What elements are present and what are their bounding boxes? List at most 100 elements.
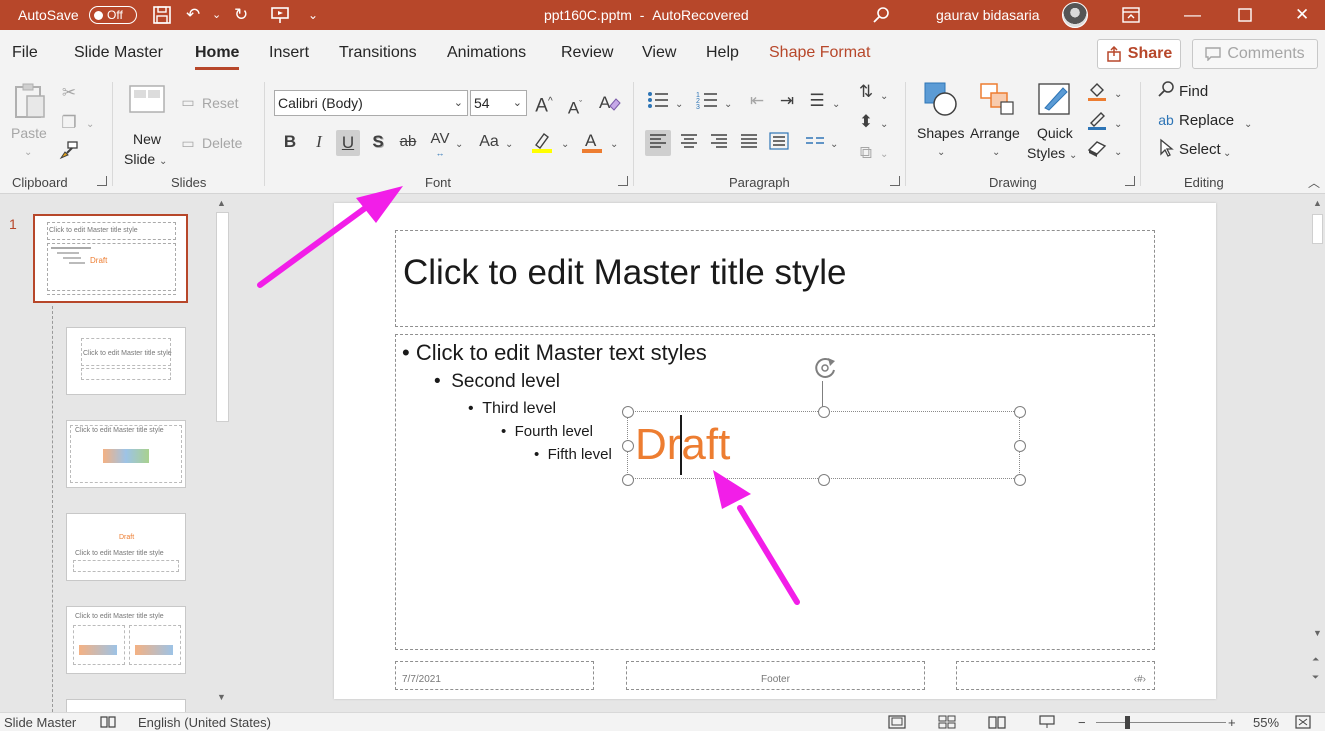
search-icon[interactable] xyxy=(872,0,890,30)
font-family-select[interactable]: Calibri (Body) ⌄ xyxy=(274,90,468,116)
normal-view-icon[interactable] xyxy=(888,715,906,731)
next-slide-icon[interactable]: ⏷ xyxy=(1312,672,1319,683)
user-avatar[interactable] xyxy=(1062,2,1088,28)
find-label[interactable]: Find xyxy=(1179,83,1208,101)
new-slide-line2[interactable]: Slide xyxy=(124,151,155,167)
align-text-dropdown-icon[interactable]: ⌄ xyxy=(880,116,888,134)
delete-icon[interactable]: ▭ xyxy=(177,132,199,154)
format-painter-icon[interactable] xyxy=(58,140,80,166)
tab-review[interactable]: Review xyxy=(561,44,613,62)
reading-view-icon[interactable] xyxy=(988,715,1006,731)
slide-master-thumbnail[interactable]: Click to edit Master title style Draft xyxy=(33,214,188,303)
numbering-icon[interactable]: 123 xyxy=(695,90,719,116)
language-label[interactable]: English (United States) xyxy=(138,715,271,730)
shapes-label[interactable]: Shapes xyxy=(917,124,964,142)
highlight-dropdown-icon[interactable]: ⌄ xyxy=(561,136,569,154)
layout-thumbnail-two-content[interactable]: Click to edit Master title style xyxy=(66,606,186,674)
select-dropdown-icon[interactable]: ⌄ xyxy=(1223,145,1231,163)
justify-icon[interactable] xyxy=(737,130,761,158)
replace-label[interactable]: Replace xyxy=(1179,112,1234,130)
paste-dropdown-icon[interactable]: ⌄ xyxy=(24,144,32,162)
previous-slide-icon[interactable]: ⏶ xyxy=(1312,654,1319,665)
quick-styles-dropdown-icon[interactable]: ⌄ xyxy=(1069,150,1077,161)
replace-icon[interactable]: ab xyxy=(1155,109,1177,131)
copy-dropdown-icon[interactable]: ⌄ xyxy=(86,116,94,134)
quick-styles-line1[interactable]: Quick xyxy=(1037,124,1073,142)
slide-scrollbar[interactable]: ▲ ▼ ⏶ ⏷ xyxy=(1309,194,1325,712)
spelling-check-icon[interactable] xyxy=(100,715,116,731)
undo-dropdown-icon[interactable]: ⌄ xyxy=(212,0,221,30)
footer-placeholder[interactable]: Footer xyxy=(626,661,925,690)
drawing-launcher-icon[interactable] xyxy=(1125,176,1135,186)
tab-transitions[interactable]: Transitions xyxy=(339,44,417,62)
cut-icon[interactable]: ✂ xyxy=(58,82,80,104)
draft-text-box[interactable]: Draft xyxy=(622,406,1026,486)
smartart-dropdown-icon[interactable]: ⌄ xyxy=(880,146,888,164)
reset-icon[interactable]: ▭ xyxy=(177,91,199,113)
resize-handle-bottom-left[interactable] xyxy=(622,474,634,486)
find-icon[interactable] xyxy=(1155,80,1177,104)
line-spacing-icon[interactable]: ☰ xyxy=(806,90,828,112)
bullets-dropdown-icon[interactable]: ⌄ xyxy=(675,96,683,114)
increase-indent-icon[interactable]: ⇥ xyxy=(776,90,798,112)
rotate-handle-icon[interactable] xyxy=(810,353,840,388)
font-color-icon[interactable]: A xyxy=(580,130,604,160)
arrange-icon[interactable] xyxy=(976,80,1018,124)
tab-home[interactable]: Home xyxy=(195,44,240,70)
thumbnail-scrollbar[interactable]: ▲ ▼ xyxy=(213,194,232,712)
arrange-label[interactable]: Arrange xyxy=(970,124,1020,142)
new-slide-icon[interactable] xyxy=(127,82,167,120)
delete-label[interactable]: Delete xyxy=(202,134,242,152)
shape-fill-dropdown-icon[interactable]: ⌄ xyxy=(1114,86,1122,104)
shape-outline-dropdown-icon[interactable]: ⌄ xyxy=(1114,116,1122,134)
text-shadow-button[interactable]: S xyxy=(368,131,388,153)
font-launcher-icon[interactable] xyxy=(618,176,628,186)
zoom-slider[interactable] xyxy=(1096,722,1226,723)
share-button[interactable]: Share xyxy=(1097,39,1181,69)
resize-handle-top[interactable] xyxy=(818,406,830,418)
resize-handle-top-right[interactable] xyxy=(1014,406,1026,418)
smartart-icon[interactable]: ⧉ xyxy=(855,142,877,164)
resize-handle-right[interactable] xyxy=(1014,440,1026,452)
customize-toolbar-icon[interactable]: ⌄ xyxy=(308,0,318,30)
arrange-dropdown-icon[interactable]: ⌄ xyxy=(992,144,1000,162)
maximize-icon[interactable] xyxy=(1238,0,1252,30)
scroll-thumb[interactable] xyxy=(1312,214,1323,244)
layout-thumbnail-content[interactable]: Click to edit Master title style xyxy=(66,420,186,488)
layout-thumbnail-section[interactable]: Draft Click to edit Master title style xyxy=(66,513,186,581)
clear-formatting-icon[interactable]: A xyxy=(596,91,622,119)
close-icon[interactable]: ✕ xyxy=(1295,0,1309,30)
quick-styles-line2[interactable]: Styles xyxy=(1027,145,1065,161)
replace-dropdown-icon[interactable]: ⌄ xyxy=(1244,116,1252,134)
increase-font-size-icon[interactable]: A^ xyxy=(532,91,556,117)
resize-handle-bottom[interactable] xyxy=(818,474,830,486)
paste-icon[interactable] xyxy=(12,82,48,129)
resize-handle-left[interactable] xyxy=(622,440,634,452)
title-placeholder[interactable]: Click to edit Master title style xyxy=(395,230,1155,327)
resize-handle-bottom-right[interactable] xyxy=(1014,474,1026,486)
distributed-icon[interactable] xyxy=(767,130,791,158)
align-text-icon[interactable]: ⬍ xyxy=(855,111,877,133)
select-cursor-icon[interactable] xyxy=(1155,138,1177,164)
line-spacing-dropdown-icon[interactable]: ⌄ xyxy=(832,96,840,114)
highlight-icon[interactable] xyxy=(530,130,554,160)
redo-icon[interactable]: ↻ xyxy=(234,0,248,30)
align-left-icon[interactable] xyxy=(645,130,671,156)
resize-handle-top-left[interactable] xyxy=(622,406,634,418)
layout-thumbnail-partial[interactable] xyxy=(66,699,186,712)
character-spacing-button[interactable]: AV ↔ xyxy=(427,128,453,158)
shape-effects-icon[interactable] xyxy=(1086,138,1108,164)
clipboard-launcher-icon[interactable] xyxy=(97,176,107,186)
paragraph-launcher-icon[interactable] xyxy=(890,176,900,186)
change-case-dropdown-icon[interactable]: ⌄ xyxy=(505,136,513,154)
strikethrough-button[interactable]: ab xyxy=(396,131,420,153)
numbering-dropdown-icon[interactable]: ⌄ xyxy=(724,96,732,114)
character-spacing-dropdown-icon[interactable]: ⌄ xyxy=(455,136,463,154)
scroll-up-icon[interactable]: ▲ xyxy=(1313,198,1322,208)
tab-shape-format[interactable]: Shape Format xyxy=(769,44,870,62)
font-color-dropdown-icon[interactable]: ⌄ xyxy=(610,136,618,154)
undo-icon[interactable]: ↶ xyxy=(186,0,200,30)
copy-icon[interactable]: ❐ xyxy=(58,112,80,134)
tab-insert[interactable]: Insert xyxy=(269,44,309,62)
tab-slide-master[interactable]: Slide Master xyxy=(74,44,163,62)
